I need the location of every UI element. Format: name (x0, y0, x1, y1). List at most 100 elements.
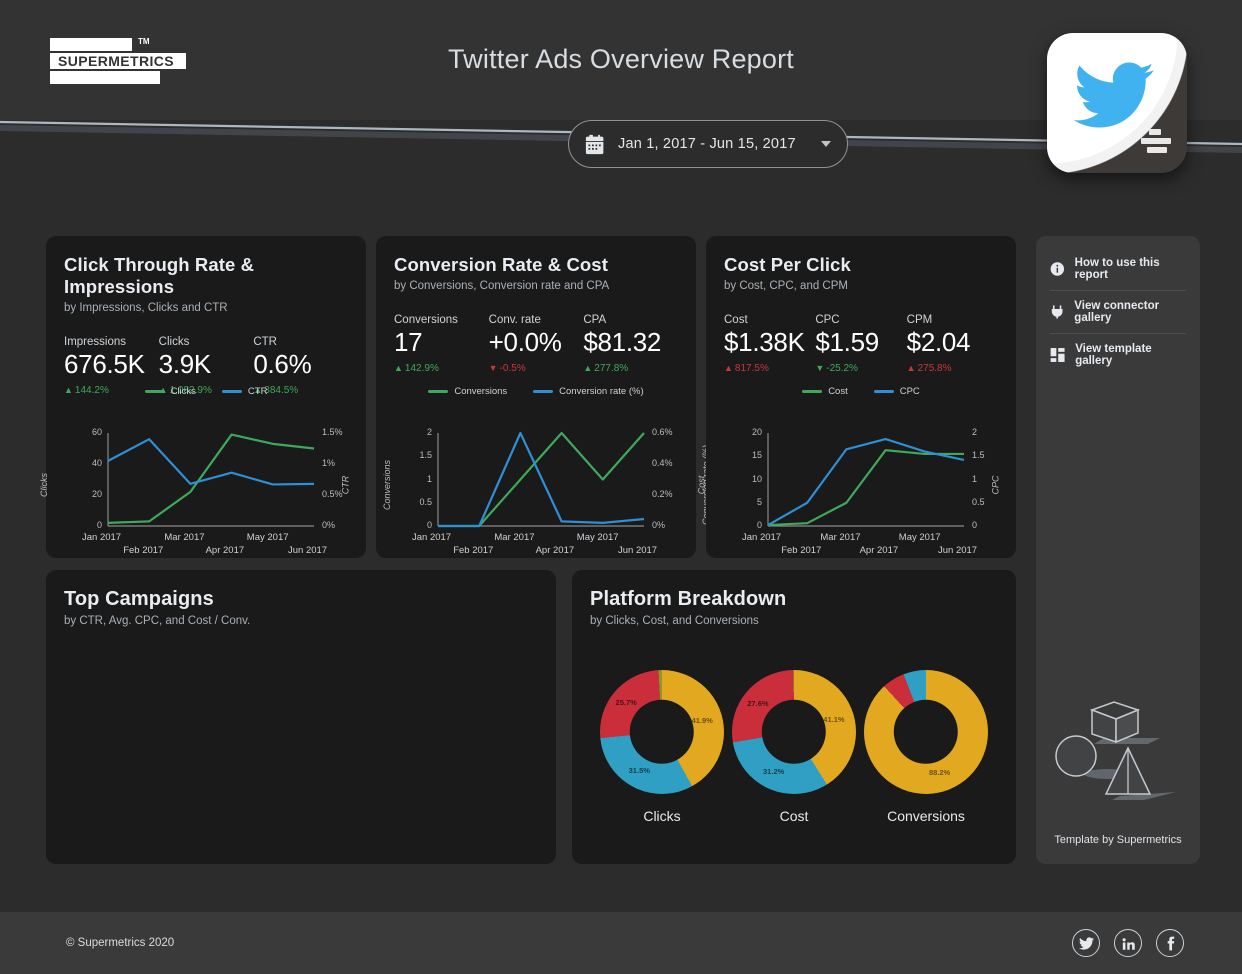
sidebar-panel: How to use this report View connector ga… (1036, 236, 1200, 864)
chart-conversions-rate: Conversions Conversion rate (%) 0 0.5 1 1.5 2 0… (376, 386, 711, 556)
card-title: Conversion Rate & Cost (394, 254, 608, 275)
donut-ring: 41.1% 31.2% 27.6% (732, 670, 856, 794)
x-tick-label: Feb 2017 (781, 545, 822, 556)
page-footer: © Supermetrics 2020 (0, 912, 1242, 974)
kpi-cpm: CPM $2.04 ▲ 275.8% (907, 314, 998, 374)
chevron-down-icon[interactable] (821, 141, 831, 147)
x-tick-label: Jan 2017 (412, 532, 452, 543)
kpi-label: Conv. rate (488, 314, 541, 326)
card-subtitle: by Clicks, Cost, and Conversions (590, 615, 759, 627)
kpi-value: 17 (394, 327, 423, 357)
card-subtitle: by Impressions, Clicks and CTR (64, 302, 228, 314)
y-tick-label: 20 (91, 489, 102, 499)
y-tick-label: 0 (96, 520, 102, 530)
legend-label: Clicks (170, 386, 196, 397)
y-tick-label: 40 (91, 458, 102, 468)
info-circle-icon (1050, 262, 1065, 276)
donut-hole (893, 699, 959, 765)
legend-item: Conversions (428, 386, 507, 397)
sidebar-item-label: View connector gallery (1074, 300, 1160, 324)
chart-legend: Clicks CTR (46, 386, 366, 397)
twitter-bird-icon (1073, 62, 1154, 128)
social-links (1072, 929, 1184, 957)
y2-tick-label: 0.5 (972, 496, 985, 507)
kpi-value: 676.5K (64, 349, 145, 379)
legend-label: Cost (828, 386, 848, 397)
kpi-value: 3.9K (158, 349, 212, 379)
kpi-label: Conversions (394, 314, 458, 326)
y-tick-label: 15 (751, 450, 762, 461)
kpi-label: Cost (724, 314, 748, 326)
y2-tick-label: 0% (652, 520, 666, 530)
sidebar-item-connector-gallery[interactable]: View connector gallery (1036, 291, 1200, 333)
calendar-icon (585, 134, 604, 154)
donut-chart: 41.9% 31.5% 25.7% Clicks (600, 670, 724, 824)
donut-chart: 88.2% Conversions (864, 670, 988, 824)
series-line-conversion-rate- (438, 431, 645, 528)
y-tick-label: 10 (751, 473, 762, 484)
kpi-conv-rate: Conv. rate +0.0% ▼ -0.5% (489, 314, 584, 374)
y2-tick-label: 1 (972, 473, 978, 484)
kpi-cpa: CPA $81.32 ▲ 277.8% (583, 314, 678, 374)
kpi-label: CTR (253, 336, 277, 348)
donut-slice-percent: 31.5% (628, 766, 650, 775)
kpi-value: 0.6% (253, 349, 312, 379)
y-tick-label: 1 (426, 473, 432, 484)
donut-slice-percent: 25.7% (615, 698, 637, 708)
card-click-through-rate: Click Through Rate & Impressions by Impr… (39, 236, 366, 558)
date-range-picker[interactable]: Jan 1, 2017 - Jun 15, 2017 (568, 120, 848, 168)
y-axis-title: Conversions (382, 459, 393, 510)
x-tick-label: Feb 2017 (123, 545, 164, 556)
donut-chart: 41.1% 31.2% 27.6% Cost (732, 670, 856, 824)
card-conversion-rate: Conversion Rate & Cost by Conversions, C… (376, 236, 711, 558)
x-tick-label: Jun 2017 (618, 545, 658, 556)
card-title: Platform Breakdown (590, 588, 787, 610)
donut-ring: 41.9% 31.5% 25.7% (600, 670, 724, 794)
badge-bars-icon (1141, 129, 1175, 157)
x-tick-label: Jun 2017 (938, 545, 978, 556)
y-tick-label: 60 (91, 427, 102, 437)
card-title: Top Campaigns (64, 588, 214, 610)
y-tick-label: 20 (751, 427, 762, 437)
x-tick-label: Jan 2017 (82, 532, 122, 543)
geometric-shapes-icon (1036, 692, 1200, 810)
legend-swatch (873, 390, 894, 393)
kpi-conversions: Conversions 17 ▲ 142.9% (394, 314, 489, 374)
x-tick-label: Feb 2017 (453, 545, 494, 556)
y2-tick-label: 1.5% (322, 427, 343, 437)
facebook-icon[interactable] (1156, 929, 1184, 957)
card-cost-per-click: Cost Per Click by Cost, CPC, and CPM Cos… (696, 236, 1016, 558)
chart-plot-area: 00.511.520%0.2%0.4%0.6%ConversionsConver… (376, 405, 711, 556)
sidebar-item-how-to-use[interactable]: How to use this report (1036, 248, 1200, 290)
sidebar-footer-label: Template by Supermetrics (1054, 834, 1182, 846)
sidebar-item-template-gallery[interactable]: View template gallery (1036, 334, 1200, 376)
x-tick-label: May 2017 (246, 532, 289, 543)
legend-swatch (221, 390, 242, 393)
kpi-label: CPA (583, 314, 607, 326)
x-tick-label: May 2017 (576, 532, 619, 543)
legend-item: CTR (221, 386, 267, 397)
y-axis-title: Clicks (39, 472, 49, 497)
x-tick-label: Mar 2017 (164, 532, 205, 543)
kpi-value: +0.0% (488, 327, 562, 357)
y-tick-label: 0 (756, 520, 762, 530)
y2-tick-label: 1% (322, 458, 336, 468)
y2-tick-label: 0 (972, 520, 978, 530)
chart-clicks-ctr: Clicks CTR 0 20 40 60 0% 0.5% 1% 1.5% Clicks CTR Jan… (39, 386, 366, 556)
twitter-app-badge (1047, 33, 1187, 173)
kpi-delta: ▲ 275.8% (906, 363, 952, 374)
legend-swatch (802, 390, 823, 393)
card-title: Click Through Rate & Impressions (64, 254, 255, 297)
linkedin-icon[interactable] (1114, 929, 1142, 957)
donut-slice-percent: 27.6% (747, 698, 769, 708)
chart-plot-area: 0 20 40 60 0% 0.5% 1% 1.5% Clicks CTR Jan 2017 Feb … (39, 405, 366, 556)
kpi-label: Clicks (158, 336, 190, 348)
donut-ring: 88.2% (864, 670, 988, 794)
x-tick-label: May 2017 (898, 532, 941, 543)
page-header: SUPERMETRICS TM Twitter Ads Overview Rep… (0, 0, 1242, 195)
date-range-value: Jan 1, 2017 - Jun 15, 2017 (618, 136, 796, 152)
twitter-icon[interactable] (1072, 929, 1100, 957)
kpi-value: $2.04 (906, 327, 971, 357)
kpi-cost: Cost $1.38K ▲ 817.5% (724, 314, 815, 374)
card-subtitle: by CTR, Avg. CPC, and Cost / Conv. (64, 615, 251, 627)
